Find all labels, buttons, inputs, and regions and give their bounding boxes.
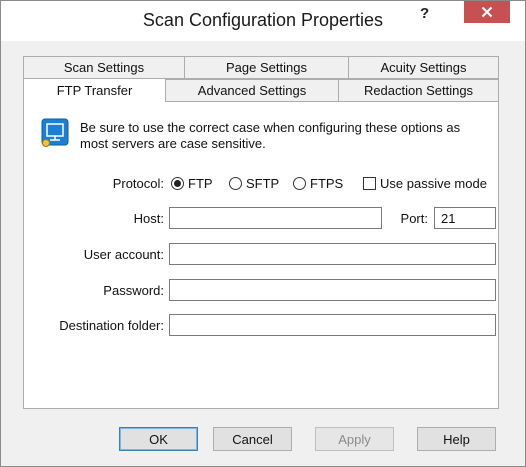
radio-ftp-label[interactable]: FTP: [188, 176, 213, 191]
user-account-label: User account:: [83, 247, 164, 262]
tab-advanced-settings[interactable]: Advanced Settings: [165, 79, 339, 102]
radio-ftps[interactable]: [293, 177, 306, 190]
host-label: Host:: [133, 211, 164, 226]
user-account-input[interactable]: [169, 243, 496, 265]
passive-mode-checkbox[interactable]: [363, 177, 376, 190]
cancel-button[interactable]: Cancel: [213, 427, 292, 451]
tab-acuity-settings[interactable]: Acuity Settings: [348, 56, 499, 79]
help-question-icon[interactable]: ?: [420, 5, 429, 22]
passive-mode-label[interactable]: Use passive mode: [380, 176, 487, 191]
tab-page-settings[interactable]: Page Settings: [184, 56, 349, 79]
tab-scan-settings[interactable]: Scan Settings: [23, 56, 185, 79]
radio-sftp[interactable]: [229, 177, 242, 190]
password-label: Password:: [103, 283, 164, 298]
password-input[interactable]: [169, 279, 496, 301]
radio-ftps-label[interactable]: FTPS: [310, 176, 343, 191]
host-input[interactable]: [169, 207, 382, 229]
title-bar: Scan Configuration Properties ?: [1, 1, 525, 41]
radio-ftp[interactable]: [171, 177, 184, 190]
window-title: Scan Configuration Properties: [142, 10, 384, 30]
destination-folder-input[interactable]: [169, 314, 496, 336]
protocol-label: Protocol:: [112, 176, 164, 191]
ftp-config-icon: [41, 118, 69, 147]
ok-button[interactable]: OK: [119, 427, 198, 451]
tab-ftp-transfer[interactable]: FTP Transfer: [23, 78, 166, 102]
case-sensitivity-note: Be sure to use the correct case when con…: [80, 120, 461, 151]
destination-folder-label: Destination folder:: [59, 318, 164, 333]
help-button[interactable]: Help: [417, 427, 496, 451]
close-icon: [481, 6, 493, 18]
apply-button[interactable]: Apply: [315, 427, 394, 451]
close-button[interactable]: [464, 1, 510, 23]
port-input[interactable]: 21: [434, 207, 496, 229]
port-label: Port:: [400, 211, 428, 226]
radio-sftp-label[interactable]: SFTP: [246, 176, 279, 191]
tab-redaction-settings[interactable]: Redaction Settings: [338, 79, 499, 102]
